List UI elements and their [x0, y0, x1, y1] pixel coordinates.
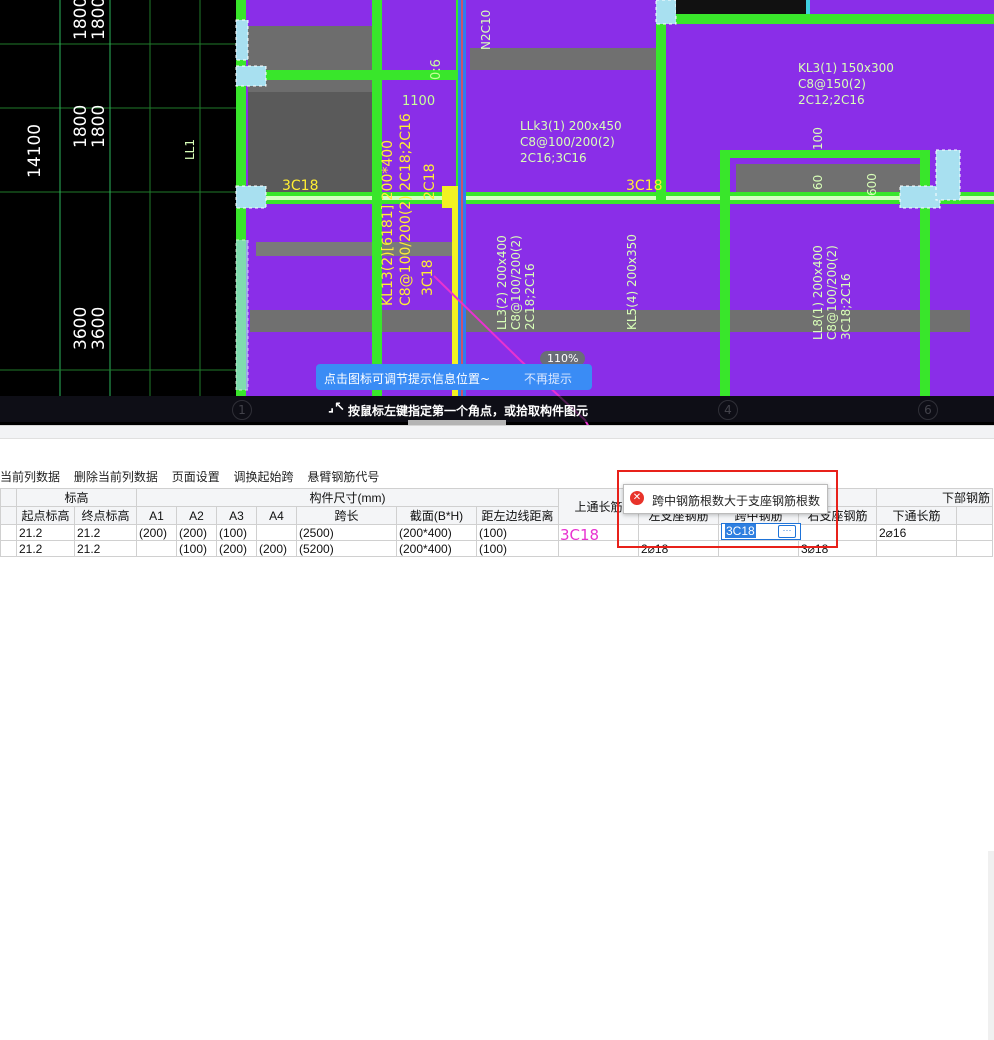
- svg-text:2C16;3C16: 2C16;3C16: [520, 151, 587, 165]
- cell[interactable]: [256, 524, 297, 541]
- start-elevation-header: 起点标高: [16, 506, 75, 525]
- blank-subheader: [956, 506, 993, 525]
- a2-header: A2: [176, 506, 217, 525]
- table-row[interactable]: 21.2 21.2 (200) (200) (100) (2500) (200*…: [0, 524, 993, 541]
- cell[interactable]: 21.2: [16, 540, 75, 557]
- toolbar-delete-column-button[interactable]: 删除当前列数据: [74, 468, 158, 485]
- svg-text:60: 60: [811, 175, 825, 190]
- cell[interactable]: [876, 540, 957, 557]
- cell[interactable]: (200): [216, 540, 257, 557]
- svg-text:C8@100/200(2): C8@100/200(2): [520, 135, 615, 149]
- error-icon: ✕: [630, 491, 644, 505]
- svg-text:3600: 3600: [89, 307, 109, 350]
- toolbar-cantilever-code-button[interactable]: 悬臂钢筋代号: [307, 468, 379, 485]
- svg-text:KL5(4) 200x350: KL5(4) 200x350: [625, 234, 639, 330]
- svg-text:3600: 3600: [71, 307, 91, 350]
- cell[interactable]: 21.2: [74, 524, 137, 541]
- svg-text:1800: 1800: [89, 105, 109, 148]
- svg-text:2C18;2C16: 2C18;2C16: [523, 263, 537, 330]
- svg-text:3C18;2C16: 3C18;2C16: [839, 273, 853, 340]
- svg-text:14100: 14100: [25, 124, 45, 178]
- svg-text:2C18: 2C18: [422, 164, 438, 201]
- svg-text:2C12;2C16: 2C12;2C16: [798, 93, 865, 107]
- elevation-group-header: 标高: [16, 488, 137, 507]
- rebar-input-panel: 当前列数据 删除当前列数据 页面设置 调换起始跨 悬臂钢筋代号 标高 构件尺寸(…: [0, 425, 994, 1040]
- cell[interactable]: (200): [176, 524, 217, 541]
- cell[interactable]: [956, 540, 993, 557]
- cell[interactable]: (100): [476, 540, 559, 557]
- a4-header: A4: [256, 506, 297, 525]
- cell[interactable]: (200): [256, 540, 297, 557]
- error-tooltip: ✕ 跨中钢筋根数大于支座钢筋根数: [623, 484, 828, 514]
- rebar-annotation-label: 3C18: [560, 526, 600, 544]
- cell[interactable]: (200): [136, 524, 177, 541]
- svg-text:3C18: 3C18: [420, 260, 436, 297]
- span-length-header: 跨长: [296, 506, 397, 525]
- cell[interactable]: (5200): [296, 540, 397, 557]
- row-index-header: [0, 488, 17, 507]
- svg-text:1800: 1800: [71, 0, 91, 40]
- member-size-group-header: 构件尺寸(mm): [136, 488, 559, 507]
- row-index: [0, 524, 17, 541]
- left-edge-distance-header: 距左边线距离: [476, 506, 559, 525]
- cell[interactable]: [956, 524, 993, 541]
- vertical-scrollbar[interactable]: [988, 851, 994, 1040]
- table-row[interactable]: 21.2 21.2 (100) (200) (200) (5200) (200*…: [0, 540, 993, 557]
- a1-header: A1: [136, 506, 177, 525]
- table-group-header-row: 标高 构件尺寸(mm) 上通长筋 下部钢筋: [0, 488, 993, 525]
- cell[interactable]: (100): [216, 524, 257, 541]
- svg-text:3C18: 3C18: [626, 178, 663, 194]
- table-sub-header-row: 起点标高 终点标高 A1 A2 A3 A4 跨长 截面(B*H) 距左边线距离 …: [0, 506, 993, 525]
- bottom-rebar-group-header: 下部钢筋: [876, 488, 993, 507]
- cell[interactable]: (200*400): [396, 524, 477, 541]
- svg-text:C8@100/200(2) 2C18;2C16: C8@100/200(2) 2C18;2C16: [398, 113, 414, 306]
- cell[interactable]: (100): [176, 540, 217, 557]
- hint-dismiss-button[interactable]: 不再提示: [524, 370, 572, 387]
- beam-span-table: 标高 构件尺寸(mm) 上通长筋 下部钢筋 起点标高 终点标高 A1 A2 A3…: [0, 488, 993, 557]
- svg-text:1100: 1100: [402, 94, 435, 109]
- svg-text:KL13(2)[6181] 200*400: KL13(2)[6181] 200*400: [380, 140, 396, 306]
- cell[interactable]: 2⌀16: [876, 524, 957, 541]
- svg-text:C8@100/200(2): C8@100/200(2): [825, 245, 839, 340]
- svg-text:LL3(2) 200x400: LL3(2) 200x400: [495, 235, 509, 330]
- panel-divider[interactable]: [0, 426, 994, 439]
- svg-text:LL1: LL1: [183, 139, 197, 160]
- table-toolbar: 当前列数据 删除当前列数据 页面设置 调换起始跨 悬臂钢筋代号: [0, 468, 389, 486]
- a3-header: A3: [216, 506, 257, 525]
- svg-text:1800: 1800: [71, 105, 91, 148]
- svg-text:100: 100: [811, 127, 825, 150]
- row-index: [0, 540, 17, 557]
- svg-text:3C18: 3C18: [282, 178, 319, 194]
- cell[interactable]: (2500): [296, 524, 397, 541]
- cad-drawing-canvas[interactable]: 1800 1800 14100 1800 1800 3600 3600 N2C1…: [0, 0, 994, 425]
- cursor-icon: ⌟↖: [328, 400, 345, 415]
- toolbar-swap-span-button[interactable]: 调换起始跨: [234, 468, 294, 485]
- hint-text: 点击图标可调节提示信息位置~: [324, 372, 491, 386]
- cell[interactable]: 21.2: [16, 524, 75, 541]
- cell[interactable]: 21.2: [74, 540, 137, 557]
- toolbar-page-setup-button[interactable]: 页面设置: [172, 468, 220, 485]
- svg-text:1800: 1800: [89, 0, 109, 40]
- bottom-through-bar-header: 下通长筋: [876, 506, 957, 525]
- row-index-subheader: [0, 506, 17, 525]
- svg-text:N2C10: N2C10: [479, 10, 493, 50]
- svg-text:KL3(1) 150x300: KL3(1) 150x300: [798, 61, 894, 75]
- svg-text:C8@100/200(2): C8@100/200(2): [509, 235, 523, 330]
- cell[interactable]: (100): [476, 524, 559, 541]
- svg-text:0:6: 0:6: [429, 59, 444, 80]
- toolbar-copy-column-button[interactable]: 当前列数据: [0, 468, 60, 485]
- svg-text:LLk3(1) 200x450: LLk3(1) 200x450: [520, 119, 622, 133]
- cell[interactable]: [136, 540, 177, 557]
- command-status-bar: ⌟↖ 按鼠标左键指定第一个角点，或拾取构件图元: [0, 396, 994, 422]
- svg-text:LL8(1) 200x400: LL8(1) 200x400: [811, 245, 825, 340]
- error-message: 跨中钢筋根数大于支座钢筋根数: [652, 494, 821, 508]
- hint-tooltip[interactable]: 点击图标可调节提示信息位置~ 不再提示: [316, 364, 592, 390]
- status-text: 按鼠标左键指定第一个角点，或拾取构件图元: [348, 404, 589, 418]
- svg-text:C8@150(2): C8@150(2): [798, 77, 866, 91]
- cell[interactable]: (200*400): [396, 540, 477, 557]
- end-elevation-header: 终点标高: [74, 506, 137, 525]
- section-header: 截面(B*H): [396, 506, 477, 525]
- svg-text:600: 600: [865, 173, 879, 196]
- structural-plan[interactable]: 1800 1800 14100 1800 1800 3600 3600 N2C1…: [0, 0, 994, 425]
